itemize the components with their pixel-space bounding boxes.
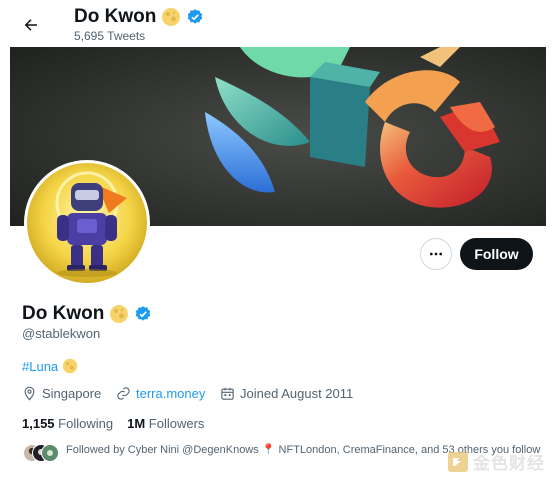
hashtag-link[interactable]: #Luna [22,359,58,374]
robot-avatar-image [27,163,147,283]
more-horizontal-icon [430,252,442,256]
watermark-text: 金色财经 [473,454,545,473]
joined-text: Joined August 2011 [240,386,354,401]
tweet-count: 5,695 Tweets [74,29,146,43]
profile-handle: @stablekwon [22,326,101,341]
back-arrow-icon [24,19,37,31]
joined-item: Joined August 2011 [220,386,353,401]
profile-avatar[interactable] [24,160,150,286]
website-link[interactable]: terra.money [136,386,205,401]
verified-badge-icon [136,306,151,321]
verified-badge-icon [188,9,203,24]
location-pin-icon [24,386,35,401]
location-item: Singapore [22,386,101,401]
moon-emoji-icon [110,305,129,323]
calendar-icon [221,387,234,400]
website-item: terra.money [116,386,205,401]
followed-by-avatars [23,444,59,462]
watermark-logo: 金色财经 [447,449,545,474]
watermark-icon [448,451,468,472]
followers-stat[interactable]: 1M Followers [127,416,204,431]
follow-stats: 1,155 Following 1M Followers [22,416,204,431]
profile-bio: #Luna [22,358,78,374]
back-button[interactable] [14,8,48,42]
location-text: Singapore [42,386,102,401]
profile-name-text: Do Kwon [22,303,105,324]
followers-count: 1M [127,416,146,431]
moon-emoji-icon [62,358,78,374]
following-stat[interactable]: 1,155 Following [22,416,113,431]
link-icon [117,387,130,400]
following-label: Following [58,416,114,431]
following-count: 1,155 [22,416,55,431]
follow-button[interactable]: Follow [460,238,533,270]
followers-label: Followers [148,416,205,431]
more-options-button[interactable] [420,238,452,270]
profile-name: Do Kwon [22,303,152,325]
header-name: Do Kwon [74,6,204,28]
moon-emoji-icon [162,8,181,26]
header-name-text: Do Kwon [74,6,157,27]
